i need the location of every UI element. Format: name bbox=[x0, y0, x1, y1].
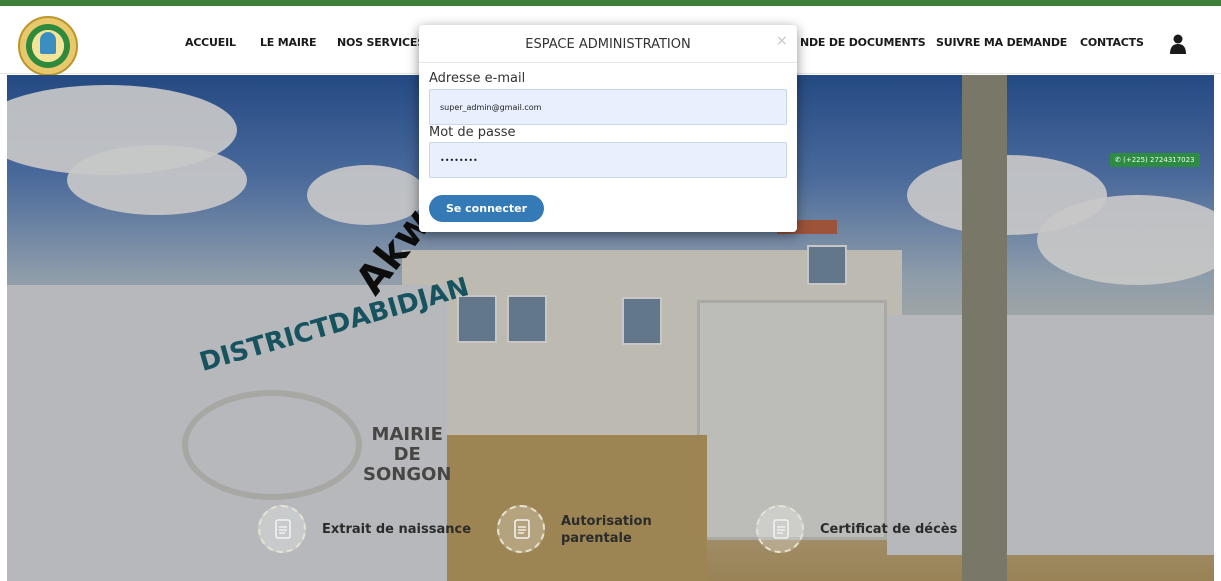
user-icon[interactable] bbox=[1170, 34, 1186, 54]
document-icon bbox=[514, 519, 530, 539]
service-label: Certificat de décès bbox=[820, 522, 958, 537]
service-label: Autorisation bbox=[561, 514, 652, 529]
nav-accueil[interactable]: ACCUEIL bbox=[185, 36, 236, 49]
password-field[interactable] bbox=[429, 142, 787, 178]
phone-number: (+225) 2724317023 bbox=[1123, 156, 1195, 164]
nav-le-maire[interactable]: LE MAIRE bbox=[260, 36, 316, 49]
nav-contacts[interactable]: CONTACTS bbox=[1080, 36, 1144, 49]
nav-demande-documents[interactable]: NDE DE DOCUMENTS bbox=[800, 36, 926, 49]
nav-nos-services[interactable]: NOS SERVICES bbox=[337, 36, 425, 49]
login-button[interactable]: Se connecter bbox=[429, 195, 544, 222]
service-icon-wrap bbox=[497, 505, 545, 553]
phone-badge[interactable]: ✆ (+225) 2724317023 bbox=[1110, 153, 1200, 167]
modal-header: ESPACE ADMINISTRATION × bbox=[419, 25, 797, 63]
email-field[interactable] bbox=[429, 89, 787, 125]
password-label: Mot de passe bbox=[429, 125, 516, 140]
document-icon bbox=[275, 519, 291, 539]
nav-suivre-ma-demande[interactable]: SUIVRE MA DEMANDE bbox=[936, 36, 1067, 49]
modal-title: ESPACE ADMINISTRATION bbox=[525, 37, 691, 52]
service-label: Extrait de naissance bbox=[322, 522, 472, 537]
phone-icon: ✆ bbox=[1115, 156, 1124, 164]
close-icon[interactable]: × bbox=[776, 33, 788, 49]
service-label-line-2: parentale bbox=[561, 531, 632, 546]
service-icon-wrap bbox=[258, 505, 306, 553]
document-icon bbox=[773, 519, 789, 539]
service-icon-wrap bbox=[756, 505, 804, 553]
mairie-logo[interactable] bbox=[18, 16, 78, 76]
admin-login-modal: ESPACE ADMINISTRATION × Adresse e-mail M… bbox=[419, 25, 797, 232]
email-label: Adresse e-mail bbox=[429, 71, 526, 86]
